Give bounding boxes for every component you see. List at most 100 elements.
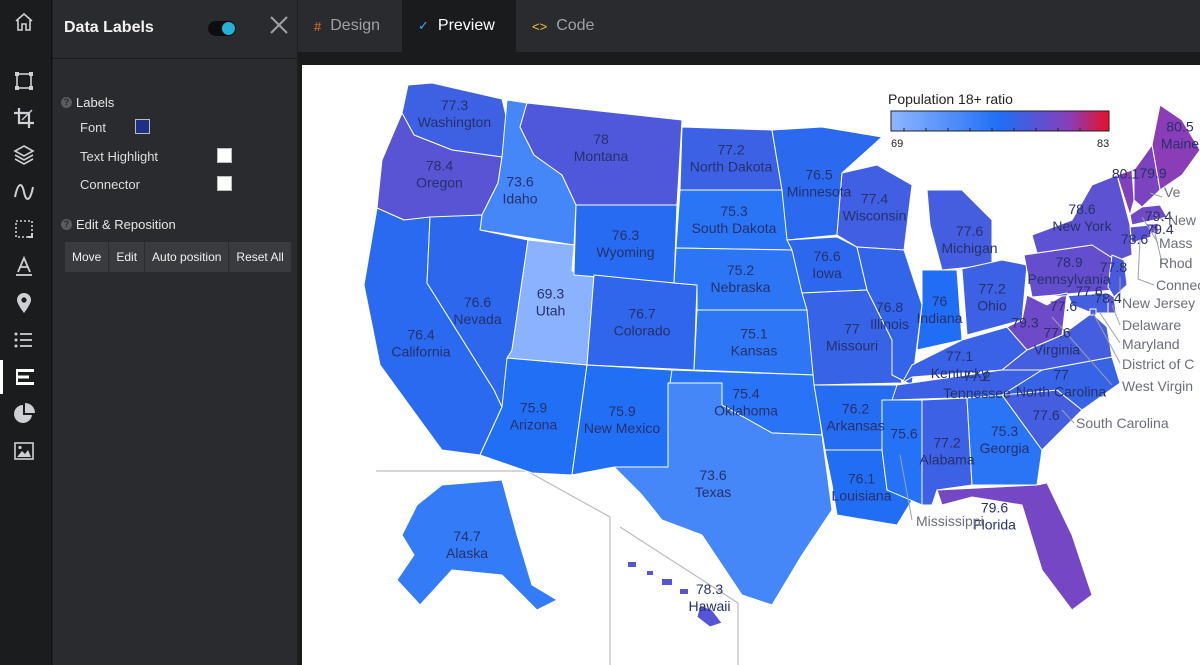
value-label-kansas: 75.1 [740,326,767,342]
hawaii-island [662,579,672,585]
value-label-alaska: 74.7 [453,528,480,544]
value-label-connecticut: 78.6 [1121,231,1148,247]
value-label-maryland: 77.6 [1050,298,1077,314]
edit-section-header[interactable]: ? Edit & Reposition [61,217,176,232]
value-label-district-of-columbia: 77.6 [1075,283,1102,299]
list-icon[interactable] [0,323,48,357]
state-name-label-michigan: Michigan [941,240,997,256]
value-label-colorado: 76.7 [628,306,655,322]
state-name-label-montana: Montana [574,148,629,164]
callout-massachusetts: Mass [1159,235,1192,251]
value-label-mississippi: 75.6 [890,426,917,442]
us-choropleth-map: 77.3Washington 78.4Oregon 76.4California 73… [363,82,1200,665]
legend-min-label: 69 [891,138,903,150]
auto-position-button[interactable]: Auto position [145,242,229,272]
text-icon[interactable] [0,249,48,283]
value-label-montana: 78 [593,131,609,147]
state-district-of-columbia[interactable] [1089,308,1097,316]
state-name-label-colorado: Colorado [614,323,671,339]
state-name-label-indiana: Indiana [917,310,963,326]
hawaii-island [680,589,688,594]
frame-icon[interactable] [0,64,48,98]
value-label-north-carolina: 77 [1053,367,1069,383]
help-icon[interactable]: ? [61,219,72,230]
value-label-virginia: 77.6 [1043,325,1070,341]
state-name-label-wisconsin: Wisconsin [843,208,907,224]
pin-icon[interactable] [0,286,48,320]
connector-color-swatch[interactable] [217,176,232,191]
state-name-label-maine: Maine [1161,136,1199,152]
callout-mississippi: Mississippi [916,513,984,529]
image-icon[interactable] [0,434,48,468]
panel-header: Data Labels [53,0,297,54]
hawaii-island [647,571,653,575]
state-name-label-tennessee: Tennessee [943,385,1011,401]
lake-michigan [912,190,924,247]
move-button[interactable]: Move [65,242,109,272]
callout-delaware: Delaware [1122,317,1181,333]
hawaii-islands [628,562,688,594]
callout-vermont: Ve [1164,184,1181,200]
value-label-hawaii: 78.3 [696,581,723,597]
value-label-minnesota: 76.5 [805,167,832,183]
curve-icon[interactable] [0,175,48,209]
value-label-maine: 80.5 [1166,119,1193,135]
crop-icon[interactable] [0,101,48,135]
data-labels-panel: Data Labels ? Labels Font Text Highlight… [53,0,297,665]
edit-button[interactable]: Edit [109,242,145,272]
value-label-michigan: 77.6 [956,223,983,239]
selection-icon[interactable] [0,212,48,246]
value-label-kentucky: 77.1 [946,348,973,364]
tab-design[interactable]: # Design [298,0,402,52]
callout-connecticut: Connect [1156,277,1200,293]
help-icon[interactable]: ? [61,97,72,108]
state-name-label-california: California [391,344,450,360]
layers-icon[interactable] [0,138,48,172]
value-label-nevada: 76.6 [464,294,491,310]
state-name-label-utah: Utah [536,303,566,319]
value-label-iowa: 76.6 [813,248,840,264]
state-name-label-nevada: Nevada [453,311,501,327]
tab-code[interactable]: <> Code [516,0,608,52]
value-label-oklahoma: 75.4 [732,386,759,402]
state-name-label-georgia: Georgia [980,440,1030,456]
home-icon[interactable] [0,5,48,39]
state-name-label-alaska: Alaska [446,545,488,561]
callout-west-virginia: West Virgin [1122,378,1193,394]
value-label-arkansas: 76.2 [842,401,869,417]
close-icon[interactable] [267,13,291,37]
pie-chart-icon[interactable] [0,397,48,431]
state-name-label-minnesota: Minnesota [787,184,852,200]
reset-all-button[interactable]: Reset All [229,242,291,272]
editor-tabs: # Design ✓ Preview <> Code [298,0,1200,52]
edit-section-title: Edit & Reposition [76,217,176,232]
data-labels-toggle[interactable] [208,21,236,36]
value-label-tennessee: 77.2 [963,368,990,384]
code-icon: <> [532,18,548,34]
state-name-label-illinois: Illinois [870,316,909,332]
data-labels-icon[interactable] [0,360,48,394]
state-name-label-ohio: Ohio [977,298,1007,314]
value-label-louisiana: 76.1 [848,471,875,487]
text-highlight-label: Text Highlight [80,149,159,164]
callout-maryland: Maryland [1122,336,1180,352]
font-label: Font [80,120,107,135]
state-name-label-iowa: Iowa [812,265,842,281]
font-color-swatch[interactable] [135,119,150,134]
labels-section-title: Labels [76,95,115,110]
text-highlight-color-swatch[interactable] [217,148,232,163]
hawaii-island [628,562,636,567]
value-label-california: 76.4 [407,327,434,343]
state-florida[interactable] [936,482,1093,611]
connector-line [1111,304,1121,326]
value-label-arizona: 75.9 [520,400,547,416]
color-legend: Population 18+ ratio 69 83 [888,91,1110,150]
state-name-label-arizona: Arizona [510,417,558,433]
value-label-alabama: 77.2 [933,435,960,451]
connector-label: Connector [80,177,140,192]
labels-section-header[interactable]: ? Labels [61,95,114,110]
edit-button-row: Move Edit Auto position Reset All [65,242,291,272]
state-name-label-washington: Washington [418,114,491,130]
tab-preview[interactable]: ✓ Preview [402,0,516,52]
value-label-georgia: 75.3 [991,423,1018,439]
